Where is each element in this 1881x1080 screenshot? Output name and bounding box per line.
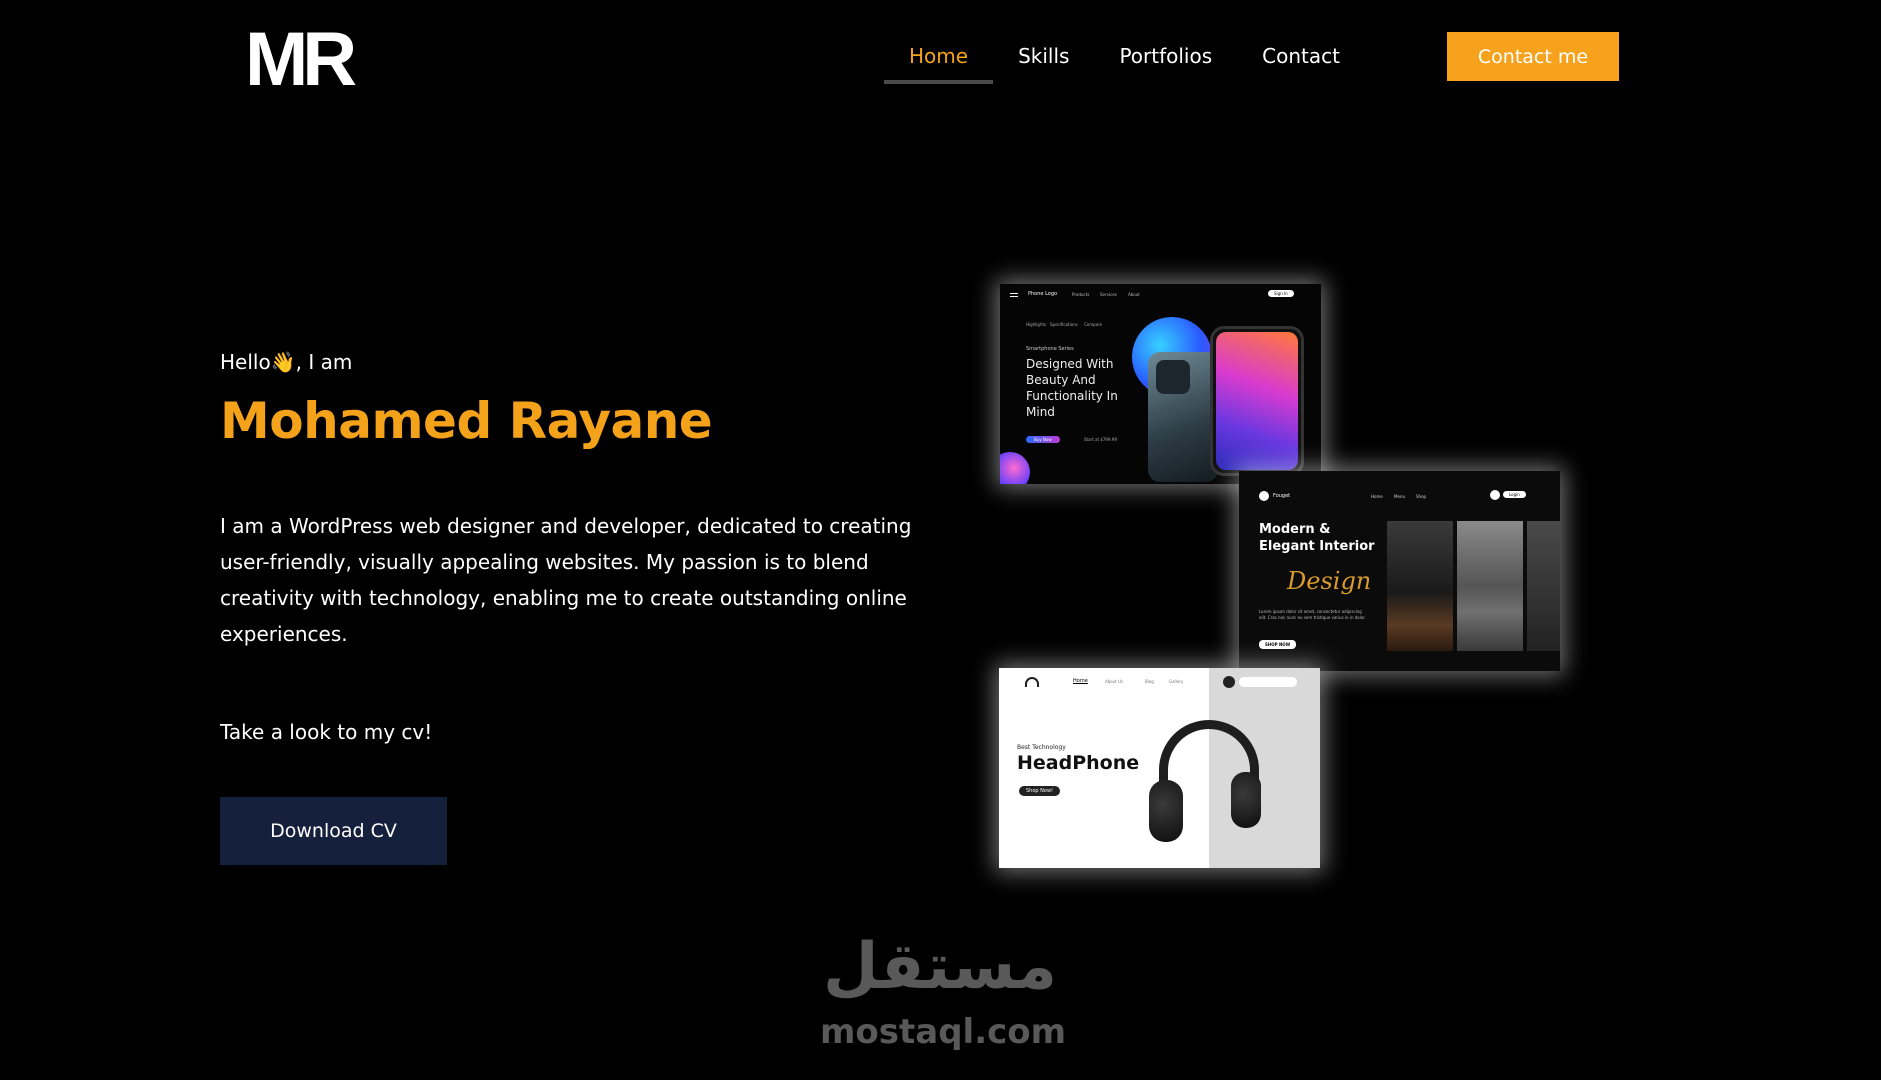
- phone-logo: Phone Logo: [1028, 291, 1058, 297]
- interior-search-icon: [1490, 490, 1500, 500]
- portfolio-thumb-phone[interactable]: Phone Logo Products Services About Sign …: [1000, 284, 1321, 484]
- greeting-end: , I am: [295, 350, 353, 374]
- headphone-eyebrow: Best Technology: [1017, 744, 1066, 751]
- interior-script: Design: [1287, 567, 1372, 595]
- download-cv-button[interactable]: Download CV: [220, 797, 447, 865]
- headphone-cup-right-image: [1231, 772, 1261, 828]
- site-logo[interactable]: MR: [245, 22, 357, 98]
- interior-photo-3: [1527, 521, 1560, 651]
- portfolio-thumb-interior[interactable]: Fouget Home Menu Shop Login Modern & Ele…: [1239, 471, 1560, 671]
- watermark-arabic: مستقل: [822, 930, 1058, 1004]
- gradient-sphere-small: [1000, 452, 1030, 484]
- headphone-cart-icon: [1223, 676, 1235, 688]
- hero-description: I am a WordPress web designer and develo…: [220, 514, 912, 646]
- headphone-headline: HeadPhone: [1017, 752, 1140, 774]
- phone-back-image: [1148, 352, 1218, 482]
- nav-portfolios[interactable]: Portfolios: [1094, 30, 1237, 84]
- phone-nav-1: Products: [1072, 292, 1090, 297]
- phone-tab-1: Highlights: [1026, 322, 1047, 327]
- headphone-shop-button: Shop Now!: [1019, 786, 1061, 796]
- greeting: Hello👋, I am: [220, 350, 352, 374]
- interior-nav-3: Shop: [1416, 494, 1427, 499]
- hero-name: Mohamed Rayane: [220, 392, 713, 450]
- phone-series: Smartphone Series: [1026, 346, 1074, 352]
- headphone-cup-left-image: [1149, 780, 1183, 842]
- phone-headline: Designed With Beauty And Functionality I…: [1026, 357, 1118, 419]
- phone-front-image: [1210, 326, 1304, 476]
- watermark-site: mostaql.com: [820, 1012, 1067, 1052]
- contact-me-button[interactable]: Contact me: [1447, 32, 1619, 81]
- waving-hand-icon: 👋: [270, 350, 296, 374]
- phone-nav-2: Services: [1100, 292, 1117, 297]
- menu-icon: [1010, 293, 1018, 297]
- phone-sign-in: Sign In: [1268, 290, 1294, 297]
- phone-nav-3: About: [1128, 292, 1140, 297]
- headphone-nav-3: Blog: [1145, 679, 1154, 684]
- interior-body: Lorem ipsum dolor sit amet, consectetur …: [1259, 609, 1366, 620]
- interior-photo-2: [1457, 521, 1523, 651]
- headphone-logo-icon: [1025, 677, 1039, 687]
- page: MR Home Skills Portfolios Contact Contac…: [0, 0, 1881, 1080]
- interior-login: Login: [1503, 491, 1526, 498]
- headphone-nav-4: Gallery: [1169, 679, 1184, 684]
- phone-tab-2: Specifications: [1050, 322, 1078, 327]
- portfolio-thumb-headphone[interactable]: Home About Us Blog Gallery Best Technolo…: [999, 668, 1320, 868]
- headphone-nav-1: Home: [1073, 678, 1088, 684]
- phone-buy-button: Buy Now: [1026, 436, 1060, 443]
- cv-prompt: Take a look to my cv!: [220, 720, 433, 744]
- headphone-search-input: [1239, 677, 1297, 687]
- interior-shop-button: SHOP NOW: [1259, 640, 1297, 649]
- nav-skills[interactable]: Skills: [993, 30, 1094, 84]
- interior-nav-2: Menu: [1394, 494, 1405, 499]
- headphone-nav-2: About Us: [1105, 679, 1124, 684]
- interior-brand: Fouget: [1273, 493, 1291, 499]
- nav-home[interactable]: Home: [884, 30, 994, 84]
- main-nav: Home Skills Portfolios Contact: [884, 30, 1365, 84]
- interior-photo-1: [1387, 521, 1453, 651]
- interior-headline: Modern & Elegant Interior: [1259, 522, 1375, 554]
- phone-tab-3: Compare: [1084, 322, 1103, 327]
- phone-price: Start at $799.99: [1084, 437, 1117, 442]
- interior-nav-1: Home: [1371, 494, 1383, 499]
- greeting-start: Hello: [220, 350, 271, 374]
- interior-logo-icon: [1259, 491, 1269, 501]
- nav-contact[interactable]: Contact: [1237, 30, 1365, 84]
